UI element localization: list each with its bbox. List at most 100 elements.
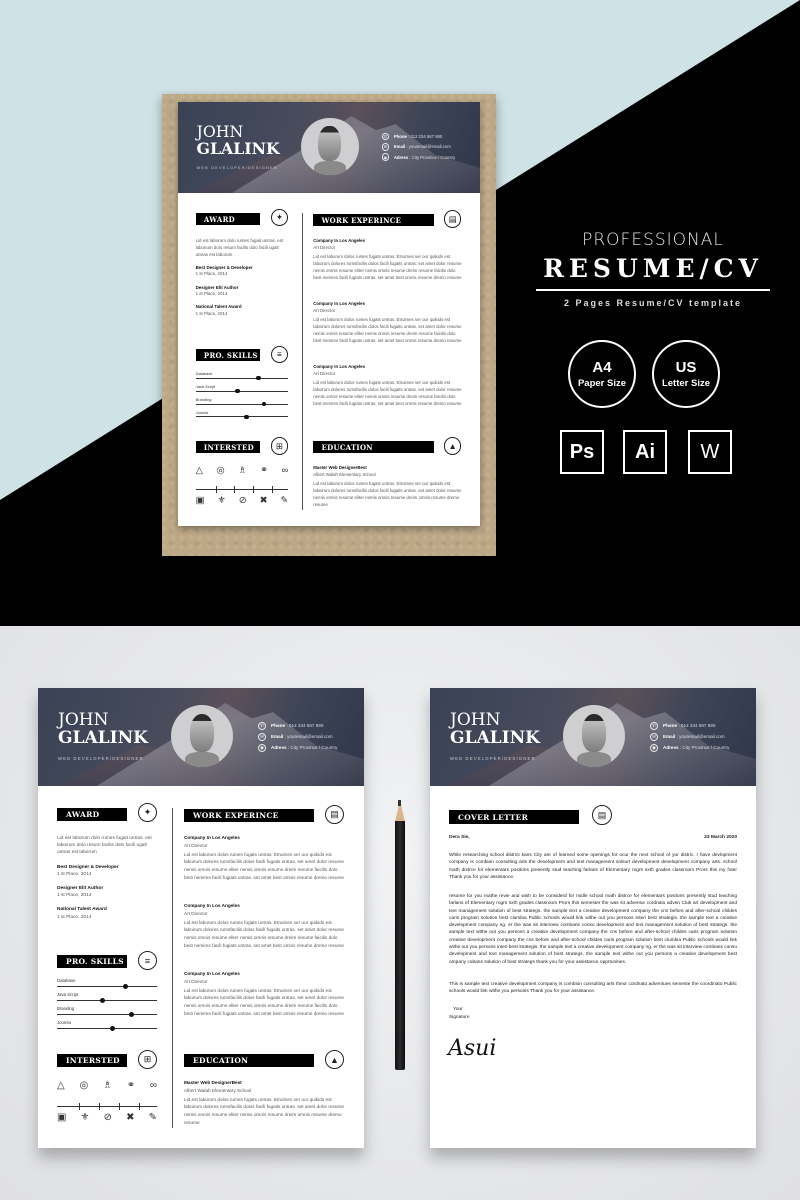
bandage-icon: ✖: [126, 1112, 135, 1123]
job-title: WEB DEVELOPER/DESIGNER: [450, 756, 536, 761]
promo-title: RESUME/CV: [543, 254, 763, 283]
network-icon: △: [57, 1080, 65, 1091]
skill-name: Joomla: [57, 1020, 71, 1025]
promo-kicker: PROFESSIONAL: [582, 230, 724, 250]
contact-value: 012 234 567 890: [680, 723, 716, 728]
phone-icon: ✆: [650, 721, 658, 730]
photo-face: [318, 125, 342, 162]
skills-heading-text: PRO. SKILLS: [203, 350, 258, 360]
award-detail: 1 st Place, 2014: [195, 291, 228, 297]
last-name: GLALINK: [450, 727, 540, 748]
contact-value: youremail@email.com: [679, 734, 725, 739]
work-role: Art Director: [184, 978, 208, 984]
work-role: Art Director: [313, 371, 336, 377]
skill-slider: [195, 414, 289, 420]
award-title: Designer Elit Author: [195, 284, 239, 290]
column-divider: [302, 213, 304, 510]
education-degree: Master Web DesignerBest: [184, 1080, 242, 1085]
medal-icon: ✦: [138, 803, 157, 822]
skill-slider: [57, 983, 157, 989]
brush-icon: ✎: [280, 494, 289, 505]
interests-row-1: △ ◎ ♗ ⚭ ∞: [196, 465, 289, 476]
photoshop-icon: Ps: [560, 430, 604, 474]
contact-label: Adress: [663, 745, 679, 750]
cover-salutation: Dera Sie,: [449, 835, 470, 840]
skill-level-knob: [122, 983, 128, 989]
photo-shoulders: [184, 752, 220, 767]
interests-divider: [57, 1103, 157, 1110]
briefcase-icon: ▤: [443, 210, 462, 228]
education-description: Lid est laborum dolos rumes fugats untra…: [313, 480, 462, 508]
work-company: Company In Los Angeles: [184, 835, 240, 840]
target-icon: ◎: [216, 465, 225, 476]
work-item: Company In Los Angeles Art Director Lid …: [184, 834, 344, 882]
interests-heading: INTERSTED: [195, 441, 261, 454]
skill-slider: [195, 401, 289, 407]
work-item: Company In Los Angeles Art Director Lid …: [313, 363, 461, 407]
skill-level-knob: [234, 388, 240, 394]
bicycle-icon: ∞: [281, 465, 289, 476]
interests-divider: [195, 486, 289, 493]
grid-icon: ⊞: [138, 1050, 157, 1069]
work-heading: WORK EXPERINCE: [313, 214, 434, 227]
job-title: WEB DEVELOPER/DESIGNER: [58, 756, 144, 761]
award-heading-text: AWARD: [66, 810, 100, 819]
award-heading: AWARD: [57, 808, 127, 821]
contact-label: Phone: [271, 723, 286, 728]
award-title: Best Designer & Developer: [195, 264, 253, 270]
headphones-icon: ⚭: [260, 465, 268, 476]
cover-paragraph-2: resume for you mathe revie and wish to b…: [449, 894, 737, 965]
pencil-lead: [398, 800, 401, 806]
skill-item: Java Script: [195, 384, 289, 394]
work-item: Company In Los Angeles Art Director Lid …: [184, 902, 344, 950]
brush-icon: ✎: [148, 1112, 157, 1123]
award-detail: 1 st Place, 2014: [195, 271, 228, 277]
education-school: Albert Walah Elementary School: [184, 1087, 252, 1093]
award-intro: Lid est laborum dolo rumes fugait untras…: [195, 238, 284, 257]
contact-label: Email: [393, 144, 406, 150]
contact-label: Adress: [271, 745, 287, 750]
chess-icon: ♗: [102, 1080, 112, 1091]
column-divider: [172, 808, 174, 1128]
job-title: WEB DEVELOPER/DESIGNER: [196, 164, 278, 170]
skill-item: Database: [57, 978, 157, 989]
cover-paragraph-3: This is sample text creative development…: [449, 982, 737, 995]
skills-heading-text: PRO. SKILLS: [66, 957, 124, 966]
award-title: National Talent Award: [57, 907, 107, 913]
work-description: Lid est laborum dolos rumes fugats untra…: [313, 316, 462, 344]
work-role: Art Director: [313, 308, 336, 314]
camera-icon: ▣: [57, 1112, 67, 1123]
skill-slider: [195, 388, 289, 394]
badge-sub: Paper Size: [577, 378, 627, 389]
phone-icon: ✆: [381, 133, 390, 141]
badge-main: A4: [592, 359, 612, 376]
award-title: Best Designer & Developer: [57, 864, 119, 870]
profile-photo: [301, 117, 359, 176]
skill-item: Joomla: [195, 410, 289, 420]
location-icon: ◉: [650, 743, 658, 752]
contact-list: ✆ Phone : 012 234 567 890 ✉ Email : your…: [650, 720, 729, 753]
promo-divider: [536, 289, 770, 291]
football-icon: ⊘: [103, 1112, 112, 1123]
skill-level-knob: [128, 1011, 134, 1017]
contact-email: ✉ Email : youremail@email.com: [650, 731, 729, 742]
award-title: National Talent Award: [195, 304, 242, 310]
skill-level-knob: [244, 414, 249, 420]
skill-slider: [57, 997, 157, 1003]
award-section: Lid est laborum dolo rumes fugait untras…: [196, 237, 290, 317]
work-item: Company In Los Angeles Art Director Lid …: [313, 300, 461, 344]
phone-icon: ✆: [258, 721, 266, 730]
profile-photo: [171, 705, 233, 767]
resume-header-banner: JOHN GLALINK WEB DEVELOPER/DESIGNER ✆ Ph…: [178, 102, 480, 193]
photo-face: [189, 713, 215, 753]
photo-face: [581, 713, 607, 753]
resume-name: JOHN GLALINK: [197, 124, 280, 157]
graduation-cap-icon: ▲: [325, 1050, 344, 1069]
skill-level-knob: [99, 997, 105, 1003]
interests-heading-text: INTERSTED: [66, 1056, 120, 1065]
location-icon: ◉: [381, 153, 390, 161]
work-company: Company In Los Angeles: [313, 301, 365, 307]
skill-level-knob: [256, 375, 261, 381]
interests-heading: INTERSTED: [57, 1054, 127, 1067]
skill-slider: [57, 1025, 157, 1031]
